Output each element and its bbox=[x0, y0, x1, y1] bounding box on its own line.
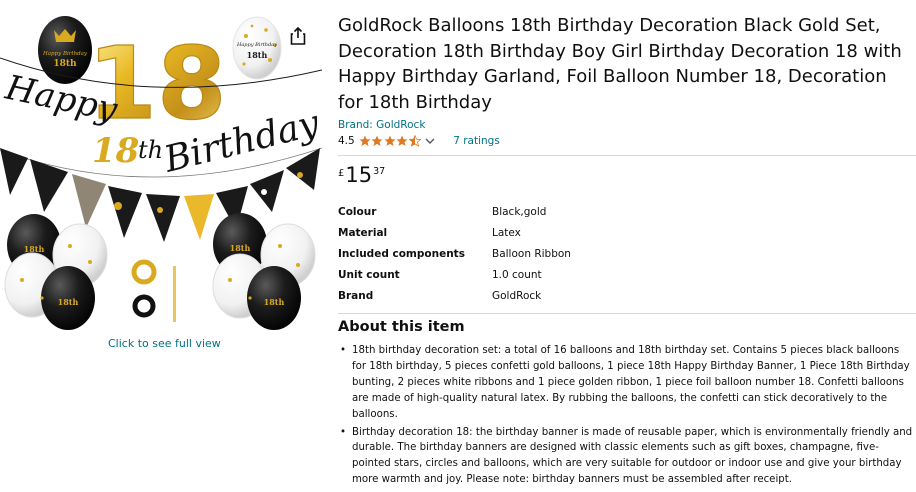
divider bbox=[338, 313, 916, 314]
spec-row: Unit count 1.0 count bbox=[338, 264, 758, 285]
balloon-cluster-right: 18th 18th bbox=[212, 213, 316, 330]
spec-label: Material bbox=[338, 227, 388, 240]
spec-value: GoldRock bbox=[492, 289, 542, 302]
balloon-label: Happy Birthday bbox=[42, 51, 88, 57]
chevron-down-icon[interactable] bbox=[425, 137, 435, 145]
product-title: GoldRock Balloons 18th Birthday Decorati… bbox=[338, 15, 902, 114]
spec-row: Colour Black,gold bbox=[338, 202, 758, 223]
balloon-label: Happy Birthday bbox=[236, 42, 277, 48]
rating-row: 4.5 7 ratings bbox=[338, 134, 500, 148]
spec-row: Included components Balloon Ribbon bbox=[338, 244, 758, 265]
ratings-count-link[interactable]: 7 ratings bbox=[453, 135, 500, 147]
star-icon bbox=[396, 135, 408, 146]
ribbons bbox=[131, 259, 176, 322]
half-star-icon bbox=[408, 135, 421, 147]
price-symbol: £ bbox=[338, 168, 345, 179]
divider bbox=[338, 155, 916, 156]
brand-link[interactable]: Brand: GoldRock bbox=[338, 119, 425, 131]
spec-value: Latex bbox=[492, 227, 521, 240]
spec-value: 1.0 count bbox=[492, 268, 542, 281]
banner-number: 18 bbox=[92, 131, 139, 171]
image-column: Happy Birthday 18th Happy Birthday 18th … bbox=[0, 0, 322, 360]
full-view-link[interactable]: Click to see full view bbox=[108, 337, 221, 350]
balloon-cluster-left: 18th 18th bbox=[4, 214, 108, 330]
confetti-balloon: Happy Birthday 18th bbox=[232, 16, 282, 80]
product-image[interactable]: Happy Birthday 18th Happy Birthday 18th … bbox=[0, 0, 322, 335]
balloon-number-label: 18th bbox=[53, 59, 77, 69]
price-fraction: 37 bbox=[373, 166, 386, 177]
spec-label: Brand bbox=[338, 289, 374, 302]
spec-row: Brand GoldRock bbox=[338, 285, 758, 306]
star-icon bbox=[371, 135, 383, 146]
star-icon bbox=[384, 135, 396, 146]
balloon-number-label: 18th bbox=[247, 50, 268, 60]
share-icon[interactable] bbox=[289, 26, 307, 46]
about-bullets: 18th birthday decoration set: a total of… bbox=[338, 343, 913, 490]
black-balloon: Happy Birthday 18th bbox=[38, 16, 92, 84]
balloon-number-label: 18th bbox=[230, 243, 251, 253]
spec-label: Unit count bbox=[338, 268, 400, 281]
balloon-number-label: 18th bbox=[58, 297, 79, 307]
spec-value: Balloon Ribbon bbox=[492, 247, 571, 260]
balloon-number-label: 18th bbox=[264, 297, 285, 307]
price: £ 15 37 bbox=[338, 163, 385, 187]
list-item: 18th birthday decoration set: a total of… bbox=[338, 343, 913, 423]
list-item: Birthday decoration 18: the birthday ban… bbox=[338, 425, 913, 489]
product-specs: Colour Black,gold Material Latex Include… bbox=[338, 202, 758, 306]
star-rating[interactable] bbox=[359, 135, 422, 147]
price-whole: 15 bbox=[345, 163, 373, 187]
about-title: About this item bbox=[338, 319, 465, 335]
rating-value: 4.5 bbox=[338, 135, 355, 147]
spec-row: Material Latex bbox=[338, 223, 758, 244]
balloon-number-label: 18th bbox=[24, 244, 45, 254]
star-icon bbox=[359, 135, 371, 146]
spec-value: Black,gold bbox=[492, 206, 547, 219]
spec-label: Colour bbox=[338, 206, 377, 219]
spec-label: Included components bbox=[338, 247, 465, 260]
